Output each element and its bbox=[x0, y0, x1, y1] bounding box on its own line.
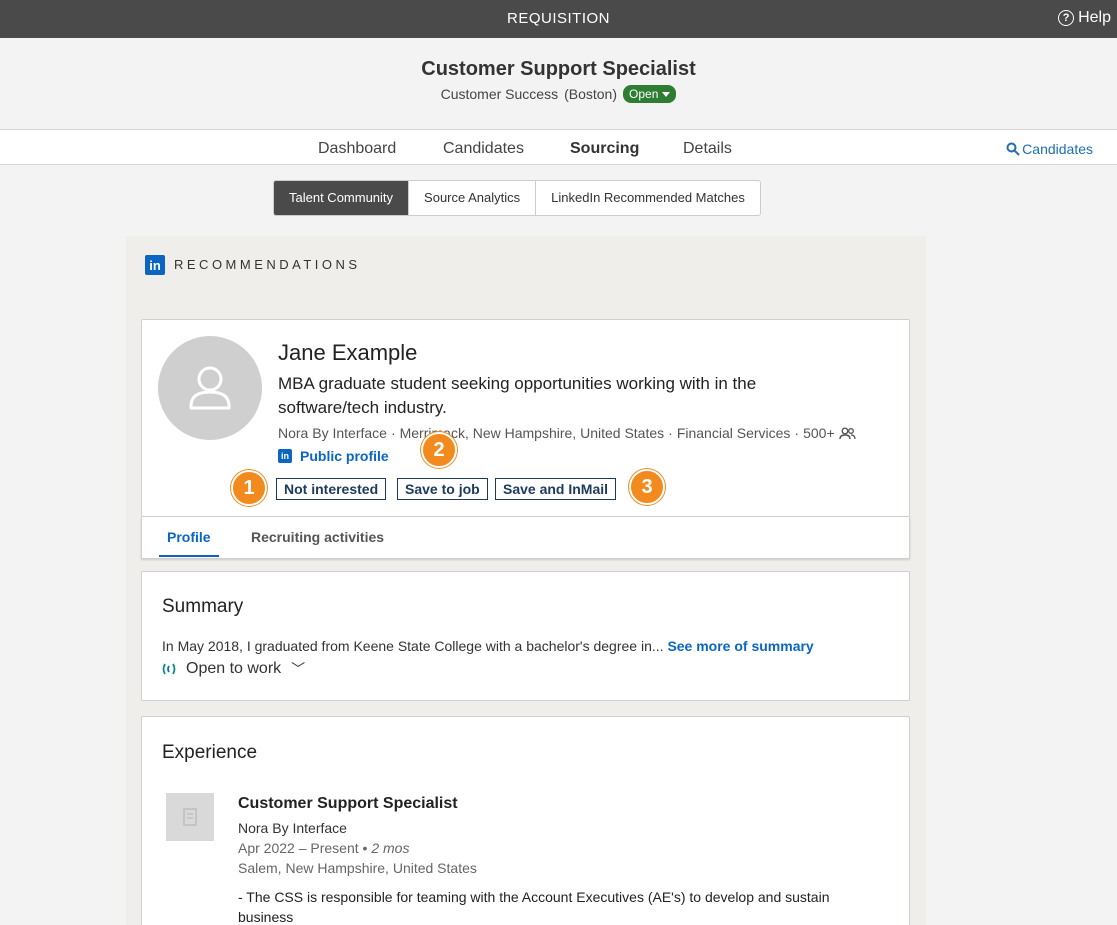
avatar bbox=[158, 336, 262, 440]
job-department: Customer Success bbox=[440, 86, 559, 102]
top-bar: REQUISITION ? Help bbox=[0, 0, 1117, 38]
building-icon bbox=[183, 808, 197, 826]
public-profile-link[interactable]: in Public profile bbox=[278, 448, 389, 464]
tab-profile[interactable]: Profile bbox=[167, 529, 211, 545]
candidate-name[interactable]: Jane Example bbox=[278, 340, 417, 366]
experience-title: Experience bbox=[162, 742, 258, 763]
experience-description: - The CSS is responsible for teaming wit… bbox=[238, 889, 830, 925]
experience-dates: Apr 2022 – Present • 2 mos bbox=[238, 840, 410, 856]
see-more-summary-link[interactable]: See more of summary bbox=[667, 638, 813, 654]
tab-candidates[interactable]: Candidates bbox=[443, 140, 524, 158]
subtab-source-analytics[interactable]: Source Analytics bbox=[409, 181, 537, 215]
main-nav: Dashboard Candidates Sourcing Details Ca… bbox=[0, 130, 1117, 165]
subtab-linkedin-matches[interactable]: LinkedIn Recommended Matches bbox=[536, 181, 760, 215]
candidate-industry: Financial Services bbox=[676, 425, 791, 441]
active-tab-indicator bbox=[159, 555, 219, 557]
app-title: REQUISITION bbox=[506, 10, 610, 27]
open-to-work-icon bbox=[162, 663, 176, 675]
recommendations-label: RECOMMENDATIONS bbox=[174, 257, 361, 272]
experience-date-range: Apr 2022 – Present bbox=[238, 840, 359, 856]
person-icon bbox=[189, 366, 231, 410]
help-button[interactable]: ? Help bbox=[1058, 9, 1111, 27]
tab-details[interactable]: Details bbox=[683, 140, 732, 158]
annotation-marker-2: 2 bbox=[421, 432, 457, 468]
linkedin-logo-icon: in bbox=[145, 255, 165, 275]
tab-dashboard[interactable]: Dashboard bbox=[318, 140, 396, 158]
job-location: (Boston) bbox=[564, 86, 618, 102]
summary-title: Summary bbox=[162, 596, 244, 617]
search-candidates-link[interactable]: Candidates bbox=[1006, 141, 1093, 157]
experience-company: Nora By Interface bbox=[238, 820, 347, 836]
tab-recruiting-activities[interactable]: Recruiting activities bbox=[251, 529, 384, 545]
company-logo bbox=[166, 793, 214, 841]
annotation-marker-1: 1 bbox=[231, 470, 267, 506]
candidate-connections: 500+ bbox=[803, 425, 835, 441]
not-interested-button[interactable]: Not interested bbox=[276, 478, 387, 500]
candidate-meta: Nora By Interface · Merrimack, New Hamps… bbox=[278, 425, 856, 441]
summary-body: In May 2018, I graduated from Keene Stat… bbox=[162, 638, 664, 654]
experience-card: Experience Customer Support Specialist N… bbox=[141, 716, 910, 925]
save-to-job-button[interactable]: Save to job bbox=[397, 478, 488, 500]
open-to-work-toggle[interactable]: Open to work ﹀ bbox=[162, 659, 305, 679]
candidate-company: Nora By Interface bbox=[278, 425, 387, 441]
experience-duration: 2 mos bbox=[371, 840, 410, 856]
help-label: Help bbox=[1078, 9, 1111, 26]
status-dropdown[interactable]: Open bbox=[623, 85, 677, 103]
save-and-inmail-button[interactable]: Save and InMail bbox=[495, 478, 617, 500]
job-subtitle: Customer Success (Boston) Open bbox=[0, 85, 1117, 103]
job-title: Customer Support Specialist bbox=[421, 58, 696, 80]
chevron-down-icon: ﹀ bbox=[291, 661, 306, 677]
subtab-talent-community[interactable]: Talent Community bbox=[274, 181, 410, 215]
annotation-marker-3: 3 bbox=[629, 469, 665, 505]
sourcing-subtabs: Talent Community Source Analytics Linked… bbox=[273, 180, 761, 216]
tab-sourcing[interactable]: Sourcing bbox=[570, 140, 639, 158]
summary-card: Summary In May 2018, I graduated from Ke… bbox=[141, 571, 910, 701]
experience-job-title: Customer Support Specialist bbox=[238, 795, 458, 812]
connections-icon bbox=[838, 427, 856, 439]
experience-location: Salem, New Hampshire, United States bbox=[238, 860, 477, 876]
job-header: Customer Support Specialist Customer Suc… bbox=[0, 38, 1117, 130]
candidate-headline: MBA graduate student seeking opportuniti… bbox=[278, 374, 757, 417]
search-candidates-label: Candidates bbox=[1022, 141, 1093, 157]
summary-text: In May 2018, I graduated from Keene Stat… bbox=[162, 638, 814, 654]
profile-tabs: Profile Recruiting activities bbox=[141, 517, 910, 559]
caret-down-icon bbox=[662, 91, 671, 97]
public-profile-label: Public profile bbox=[300, 448, 389, 464]
help-icon: ? bbox=[1058, 10, 1075, 26]
linkedin-icon: in bbox=[278, 449, 292, 463]
search-icon bbox=[1006, 142, 1020, 156]
open-to-work-label: Open to work bbox=[186, 660, 282, 677]
status-label: Open bbox=[629, 87, 659, 101]
